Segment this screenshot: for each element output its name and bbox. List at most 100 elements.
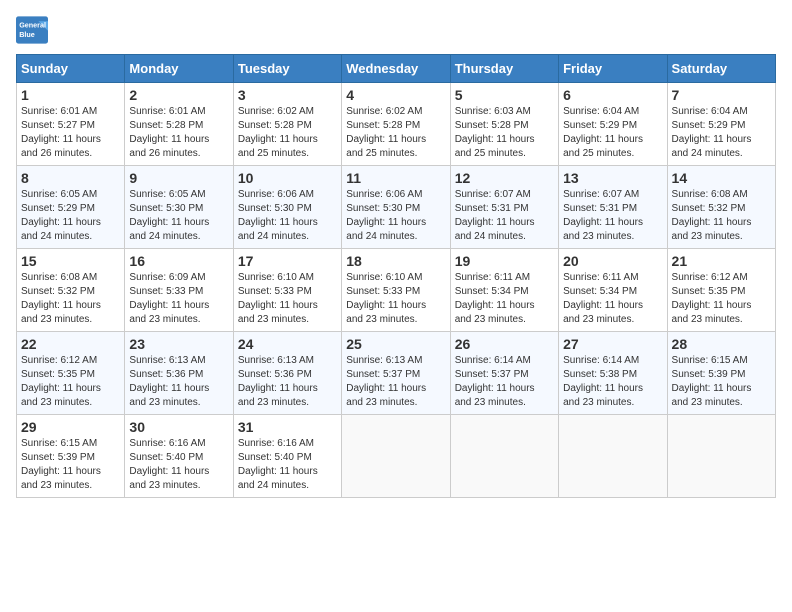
- day-info: Sunrise: 6:08 AM Sunset: 5:32 PM Dayligh…: [21, 271, 120, 327]
- calendar-cell: [559, 415, 667, 498]
- calendar-cell: 13 Sunrise: 6:07 AM Sunset: 5:31 PM Dayli…: [559, 166, 667, 249]
- calendar-cell: 21 Sunrise: 6:12 AM Sunset: 5:35 PM Dayli…: [667, 249, 775, 332]
- day-number: 24: [238, 336, 337, 352]
- day-info: Sunrise: 6:14 AM Sunset: 5:38 PM Dayligh…: [563, 354, 662, 410]
- day-info: Sunrise: 6:15 AM Sunset: 5:39 PM Dayligh…: [672, 354, 771, 410]
- calendar-week-4: 22Sunrise: 6:12 AM Sunset: 5:35 PM Dayli…: [17, 332, 776, 415]
- calendar-cell: 5Sunrise: 6:03 AM Sunset: 5:28 PM Daylig…: [450, 83, 558, 166]
- day-info: Sunrise: 6:13 AM Sunset: 5:36 PM Dayligh…: [129, 354, 228, 410]
- day-info: Sunrise: 6:12 AM Sunset: 5:35 PM Dayligh…: [672, 271, 771, 327]
- day-number: 28: [672, 336, 771, 352]
- day-number: 13: [563, 170, 662, 186]
- svg-text:General: General: [19, 21, 46, 30]
- day-info: Sunrise: 6:05 AM Sunset: 5:30 PM Dayligh…: [129, 188, 228, 244]
- day-info: Sunrise: 6:07 AM Sunset: 5:31 PM Dayligh…: [455, 188, 554, 244]
- day-info: Sunrise: 6:15 AM Sunset: 5:39 PM Dayligh…: [21, 437, 120, 493]
- calendar-cell: 30Sunrise: 6:16 AM Sunset: 5:40 PM Dayli…: [125, 415, 233, 498]
- day-number: 25: [346, 336, 445, 352]
- day-info: Sunrise: 6:04 AM Sunset: 5:29 PM Dayligh…: [563, 105, 662, 161]
- day-number: 11: [346, 170, 445, 186]
- day-info: Sunrise: 6:11 AM Sunset: 5:34 PM Dayligh…: [455, 271, 554, 327]
- day-info: Sunrise: 6:01 AM Sunset: 5:27 PM Dayligh…: [21, 105, 120, 161]
- calendar-cell: [342, 415, 450, 498]
- day-info: Sunrise: 6:14 AM Sunset: 5:37 PM Dayligh…: [455, 354, 554, 410]
- day-number: 19: [455, 253, 554, 269]
- day-number: 14: [672, 170, 771, 186]
- calendar-table: SundayMondayTuesdayWednesdayThursdayFrid…: [16, 54, 776, 498]
- day-info: Sunrise: 6:07 AM Sunset: 5:31 PM Dayligh…: [563, 188, 662, 244]
- day-info: Sunrise: 6:01 AM Sunset: 5:28 PM Dayligh…: [129, 105, 228, 161]
- day-number: 12: [455, 170, 554, 186]
- day-number: 1: [21, 87, 120, 103]
- day-number: 2: [129, 87, 228, 103]
- calendar-cell: 20Sunrise: 6:11 AM Sunset: 5:34 PM Dayli…: [559, 249, 667, 332]
- calendar-cell: 19 Sunrise: 6:11 AM Sunset: 5:34 PM Dayli…: [450, 249, 558, 332]
- svg-text:Blue: Blue: [19, 30, 35, 39]
- calendar-week-1: 1 Sunrise: 6:01 AM Sunset: 5:27 PM Daylig…: [17, 83, 776, 166]
- day-info: Sunrise: 6:16 AM Sunset: 5:40 PM Dayligh…: [129, 437, 228, 493]
- calendar-cell: 24 Sunrise: 6:13 AM Sunset: 5:36 PM Dayli…: [233, 332, 341, 415]
- calendar-cell: 12 Sunrise: 6:07 AM Sunset: 5:31 PM Dayli…: [450, 166, 558, 249]
- day-number: 15: [21, 253, 120, 269]
- day-number: 26: [455, 336, 554, 352]
- day-info: Sunrise: 6:05 AM Sunset: 5:29 PM Dayligh…: [21, 188, 120, 244]
- calendar-cell: 4 Sunrise: 6:02 AM Sunset: 5:28 PM Daylig…: [342, 83, 450, 166]
- day-number: 7: [672, 87, 771, 103]
- day-number: 21: [672, 253, 771, 269]
- day-number: 22: [21, 336, 120, 352]
- calendar-cell: 25 Sunrise: 6:13 AM Sunset: 5:37 PM Dayli…: [342, 332, 450, 415]
- header-wednesday: Wednesday: [342, 55, 450, 83]
- calendar-cell: 14 Sunrise: 6:08 AM Sunset: 5:32 PM Dayli…: [667, 166, 775, 249]
- day-info: Sunrise: 6:09 AM Sunset: 5:33 PM Dayligh…: [129, 271, 228, 327]
- header-saturday: Saturday: [667, 55, 775, 83]
- calendar-cell: 31 Sunrise: 6:16 AM Sunset: 5:40 PM Dayli…: [233, 415, 341, 498]
- day-info: Sunrise: 6:13 AM Sunset: 5:36 PM Dayligh…: [238, 354, 337, 410]
- day-number: 18: [346, 253, 445, 269]
- calendar-cell: [667, 415, 775, 498]
- header-friday: Friday: [559, 55, 667, 83]
- day-info: Sunrise: 6:04 AM Sunset: 5:29 PM Dayligh…: [672, 105, 771, 161]
- day-info: Sunrise: 6:03 AM Sunset: 5:28 PM Dayligh…: [455, 105, 554, 161]
- day-info: Sunrise: 6:08 AM Sunset: 5:32 PM Dayligh…: [672, 188, 771, 244]
- day-info: Sunrise: 6:16 AM Sunset: 5:40 PM Dayligh…: [238, 437, 337, 493]
- header-thursday: Thursday: [450, 55, 558, 83]
- calendar-cell: 29 Sunrise: 6:15 AM Sunset: 5:39 PM Dayli…: [17, 415, 125, 498]
- day-number: 4: [346, 87, 445, 103]
- day-number: 6: [563, 87, 662, 103]
- day-number: 8: [21, 170, 120, 186]
- calendar-cell: 10Sunrise: 6:06 AM Sunset: 5:30 PM Dayli…: [233, 166, 341, 249]
- day-number: 20: [563, 253, 662, 269]
- logo-icon: General Blue: [16, 16, 48, 44]
- day-info: Sunrise: 6:13 AM Sunset: 5:37 PM Dayligh…: [346, 354, 445, 410]
- day-number: 31: [238, 419, 337, 435]
- calendar-cell: 7 Sunrise: 6:04 AM Sunset: 5:29 PM Daylig…: [667, 83, 775, 166]
- calendar-week-5: 29 Sunrise: 6:15 AM Sunset: 5:39 PM Dayli…: [17, 415, 776, 498]
- calendar-cell: 28 Sunrise: 6:15 AM Sunset: 5:39 PM Dayli…: [667, 332, 775, 415]
- header-sunday: Sunday: [17, 55, 125, 83]
- day-info: Sunrise: 6:02 AM Sunset: 5:28 PM Dayligh…: [346, 105, 445, 161]
- calendar-cell: 9Sunrise: 6:05 AM Sunset: 5:30 PM Daylig…: [125, 166, 233, 249]
- day-info: Sunrise: 6:10 AM Sunset: 5:33 PM Dayligh…: [346, 271, 445, 327]
- calendar-cell: 22Sunrise: 6:12 AM Sunset: 5:35 PM Dayli…: [17, 332, 125, 415]
- day-info: Sunrise: 6:06 AM Sunset: 5:30 PM Dayligh…: [238, 188, 337, 244]
- day-number: 17: [238, 253, 337, 269]
- day-info: Sunrise: 6:02 AM Sunset: 5:28 PM Dayligh…: [238, 105, 337, 161]
- calendar-cell: 27 Sunrise: 6:14 AM Sunset: 5:38 PM Dayli…: [559, 332, 667, 415]
- header-monday: Monday: [125, 55, 233, 83]
- day-number: 23: [129, 336, 228, 352]
- calendar-week-2: 8 Sunrise: 6:05 AM Sunset: 5:29 PM Daylig…: [17, 166, 776, 249]
- calendar-cell: 23 Sunrise: 6:13 AM Sunset: 5:36 PM Dayli…: [125, 332, 233, 415]
- calendar-cell: 3 Sunrise: 6:02 AM Sunset: 5:28 PM Daylig…: [233, 83, 341, 166]
- page-header: General Blue: [16, 16, 776, 44]
- calendar-cell: 8 Sunrise: 6:05 AM Sunset: 5:29 PM Daylig…: [17, 166, 125, 249]
- day-number: 29: [21, 419, 120, 435]
- calendar-cell: 2 Sunrise: 6:01 AM Sunset: 5:28 PM Daylig…: [125, 83, 233, 166]
- calendar-cell: 26 Sunrise: 6:14 AM Sunset: 5:37 PM Dayli…: [450, 332, 558, 415]
- calendar-cell: 15 Sunrise: 6:08 AM Sunset: 5:32 PM Dayli…: [17, 249, 125, 332]
- day-number: 3: [238, 87, 337, 103]
- day-number: 27: [563, 336, 662, 352]
- calendar-week-3: 15 Sunrise: 6:08 AM Sunset: 5:32 PM Dayli…: [17, 249, 776, 332]
- calendar-cell: 16Sunrise: 6:09 AM Sunset: 5:33 PM Dayli…: [125, 249, 233, 332]
- calendar-cell: 18 Sunrise: 6:10 AM Sunset: 5:33 PM Dayli…: [342, 249, 450, 332]
- calendar-cell: 17Sunrise: 6:10 AM Sunset: 5:33 PM Dayli…: [233, 249, 341, 332]
